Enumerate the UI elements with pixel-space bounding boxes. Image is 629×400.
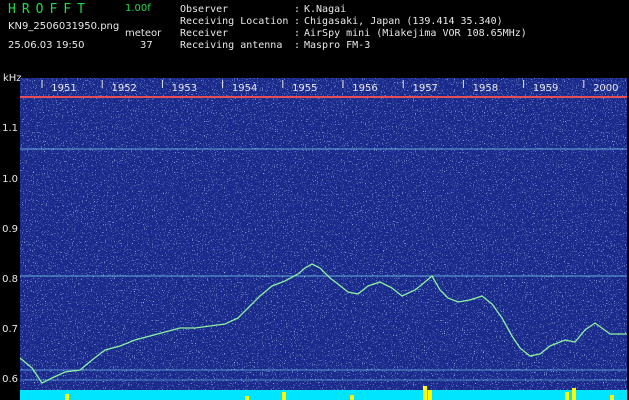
y-tick-0.8: 0.8 (2, 274, 18, 285)
power-peak (565, 392, 569, 400)
y-tick-0.7: 0.7 (2, 324, 18, 335)
time-tick-label: 1955 (292, 83, 317, 94)
info-row-location: Receiving Location: Chigasaki, Japan (139… (180, 16, 503, 27)
y-tick-1.1: 1.1 (2, 123, 18, 134)
time-tick-label: 1957 (412, 83, 437, 94)
power-peak (428, 390, 432, 400)
info-value: K.Nagai (304, 4, 347, 15)
info-key: Receiving antenna (180, 40, 283, 51)
power-peak (350, 395, 354, 400)
info-value: AirSpy mini (Miakejima VOR 108.65MHz) (304, 28, 527, 39)
info-value: Chigasaki, Japan (139.414 35.340) (304, 16, 503, 27)
power-peak (282, 392, 286, 400)
power-peak (423, 386, 427, 400)
info-separator: : (294, 28, 301, 39)
info-key: Observer (180, 4, 229, 15)
power-peak (245, 396, 249, 400)
info-separator: : (294, 40, 301, 51)
info-key: Receiver (180, 28, 229, 39)
app-version: 1.00f (125, 3, 151, 14)
waterfall-noise (20, 78, 627, 400)
time-tick-label: 1959 (533, 83, 558, 94)
power-peak (610, 395, 614, 400)
info-separator: : (294, 16, 301, 27)
info-row-antenna: Receiving antenna: Maspro FM-3 (180, 40, 370, 51)
power-peak (572, 388, 576, 400)
power-peak (65, 394, 69, 400)
y-tick-0.9: 0.9 (2, 224, 18, 235)
time-tick-label: 1952 (111, 83, 136, 94)
info-key: Receiving Location (180, 16, 289, 27)
meteor-count: 37 (140, 40, 153, 51)
y-tick-1.0: 1.0 (2, 174, 18, 185)
time-tick-label: 1954 (232, 83, 257, 94)
time-tick-label: 1956 (352, 83, 377, 94)
mode-label: meteor (125, 28, 162, 39)
time-tick-label: 1953 (172, 83, 197, 94)
app-title: HROFFT (8, 2, 91, 17)
time-tick-label: 1951 (51, 83, 76, 94)
capture-datetime: 25.06.03 19:50 (8, 40, 85, 51)
time-tick-label: 2000 (593, 83, 618, 94)
hrofft-window: HROFFT 1.00f KN9_2506031950.png meteor 2… (0, 0, 629, 400)
file-name: KN9_2506031950.png (8, 21, 120, 32)
y-tick-0.6: 0.6 (2, 374, 18, 385)
time-tick-label: 1958 (473, 83, 498, 94)
info-row-receiver: Receiver: AirSpy mini (Miakejima VOR 108.… (180, 28, 527, 39)
info-value: Maspro FM-3 (304, 40, 371, 51)
info-row-observer: Observer: K.Nagai (180, 4, 346, 15)
info-separator: : (294, 4, 301, 15)
spectrogram-waterfall[interactable]: 1951 1952 1953 1954 1955 1956 1957 1958 1959 2000 (20, 78, 627, 400)
power-bar (20, 390, 627, 400)
frequency-unit-label: kHz (3, 73, 22, 84)
